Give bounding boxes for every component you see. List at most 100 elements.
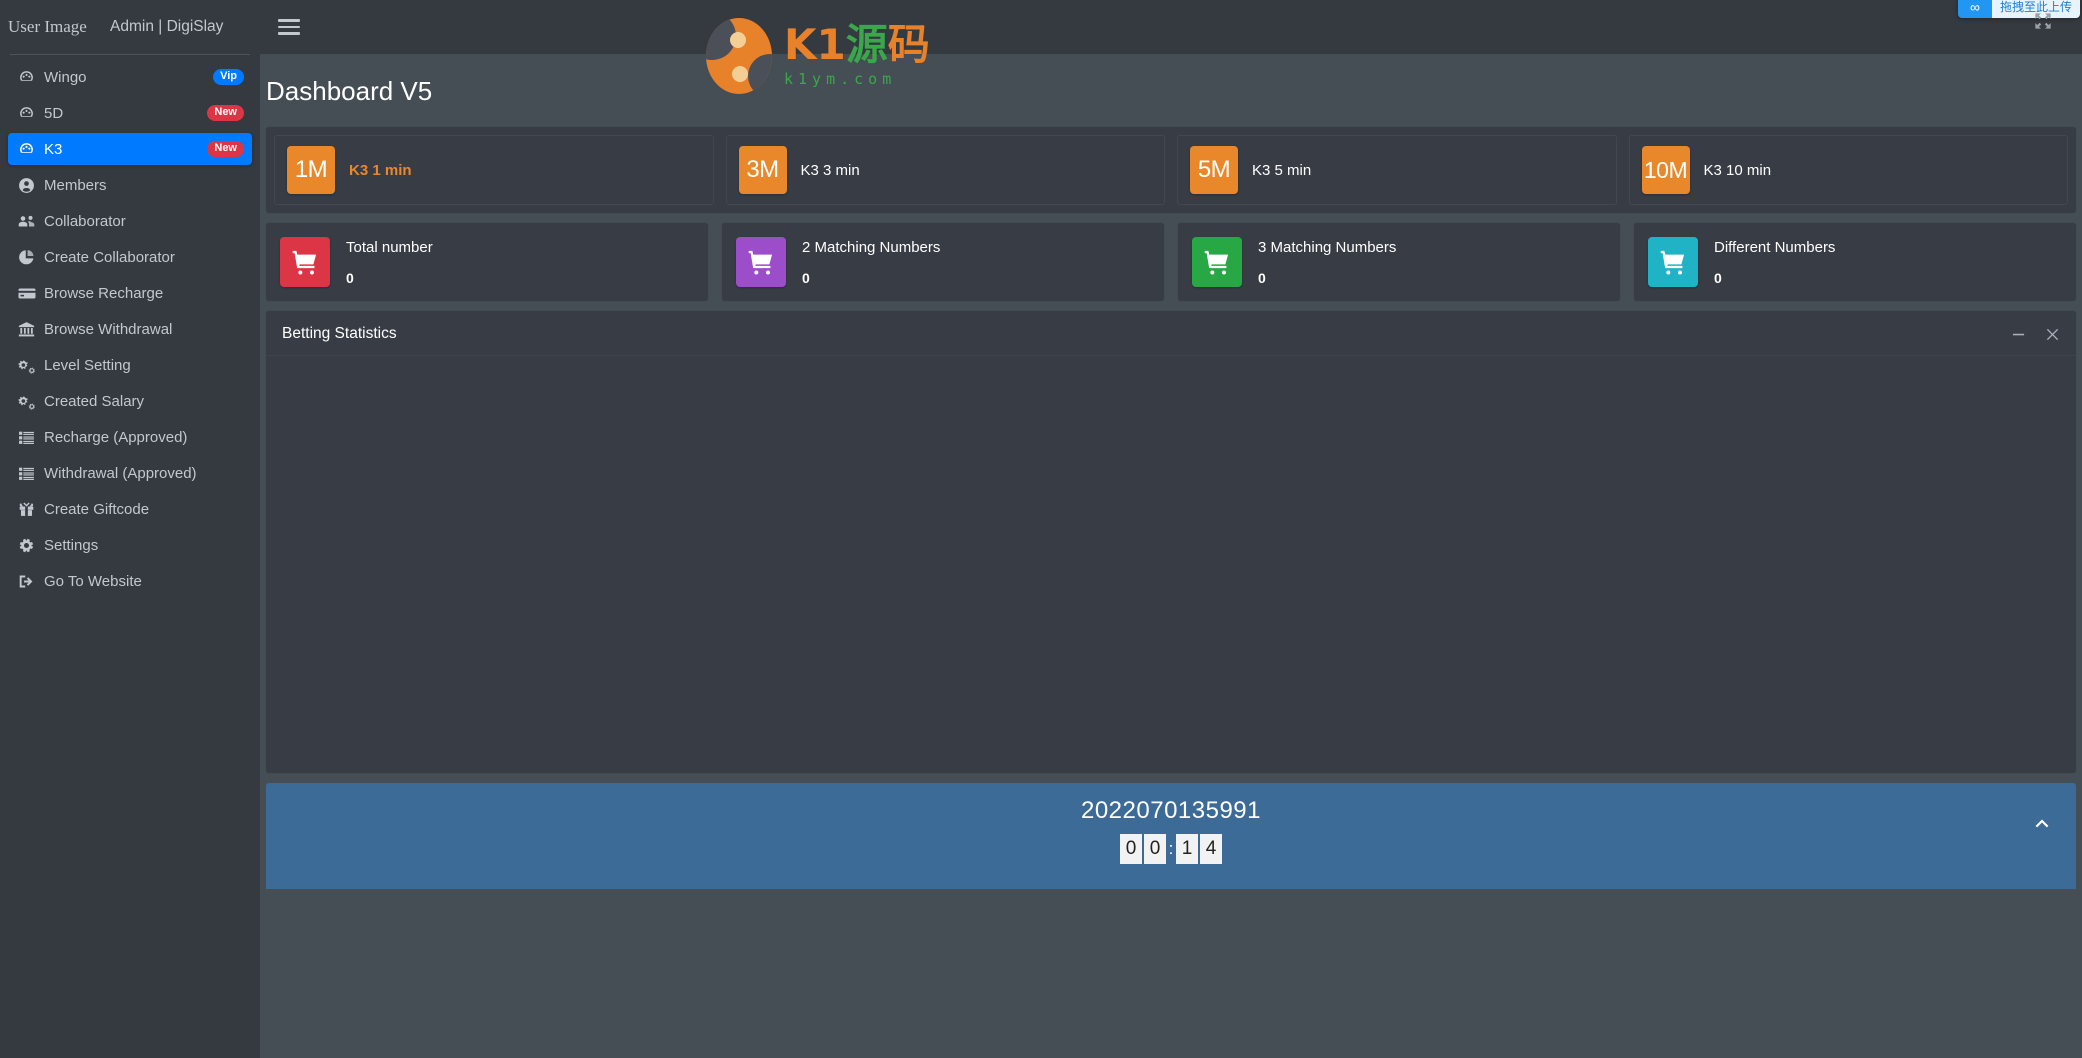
- stat-value: 0: [1714, 269, 1722, 286]
- countdown-digit: 4: [1200, 834, 1222, 864]
- users-icon: [18, 213, 44, 230]
- sidebar-item-5d[interactable]: 5D New: [8, 97, 252, 129]
- time-chip: 3M: [738, 146, 787, 194]
- sidebar: User Image Admin | DigiSlay Wingo Vip 5D…: [0, 0, 260, 1058]
- panel-title: Betting Statistics: [282, 325, 397, 342]
- tachometer-icon: [18, 141, 44, 158]
- time-card-label: K3 3 min: [800, 161, 860, 179]
- time-card-3m[interactable]: 3M K3 3 min: [725, 135, 1165, 205]
- hamburger-bar: [278, 25, 300, 29]
- chevron-up-icon[interactable]: [2028, 809, 2056, 837]
- hamburger-icon[interactable]: [276, 14, 302, 40]
- stat-card-different-numbers[interactable]: Different Numbers 0: [1634, 223, 2076, 301]
- topbar: [260, 0, 2082, 54]
- cart-icon: [1192, 237, 1242, 287]
- sidebar-item-create-giftcode[interactable]: Create Giftcode: [8, 493, 252, 525]
- panel-tools: [2010, 326, 2060, 342]
- stat-card-3-matching-numbers[interactable]: 3 Matching Numbers 0: [1178, 223, 1620, 301]
- sidebar-item-created-salary[interactable]: Created Salary: [8, 385, 252, 417]
- cogs-icon: [18, 393, 44, 410]
- cart-icon: [1648, 237, 1698, 287]
- sidebar-item-label: Browse Recharge: [44, 284, 164, 302]
- list-icon: [18, 465, 44, 482]
- sidebar-item-browse-recharge[interactable]: Browse Recharge: [8, 277, 252, 309]
- sidebar-item-settings[interactable]: Settings: [8, 529, 252, 561]
- sidebar-badge-new: New: [207, 141, 244, 157]
- sidebar-item-label: K3: [44, 140, 63, 158]
- sidebar-item-create-collaborator[interactable]: Create Collaborator: [8, 241, 252, 273]
- countdown-timer: 0 0 : 1 4: [1119, 834, 1223, 864]
- sidebar-item-label: Recharge (Approved): [44, 428, 188, 446]
- upload-badge[interactable]: ∞ 拖拽至此上传: [1957, 0, 2080, 18]
- sidebar-item-label: Go To Website: [44, 572, 142, 590]
- sidebar-item-label: 5D: [44, 104, 64, 122]
- sidebar-item-label: Settings: [44, 536, 99, 554]
- sidebar-item-label: Wingo: [44, 68, 87, 86]
- sidebar-item-wingo[interactable]: Wingo Vip: [8, 61, 252, 93]
- time-chip: 5M: [1190, 146, 1238, 194]
- sidebar-badge-new: New: [207, 105, 244, 121]
- stat-value: 0: [1258, 269, 1266, 286]
- user-circle-icon: [18, 177, 44, 194]
- stat-cards-row: Total number 0 2 Matching Numbers 0 3 Ma…: [266, 223, 2076, 301]
- sidebar-badge-vip: Vip: [213, 69, 244, 85]
- sidebar-item-label: Level Setting: [44, 356, 131, 374]
- countdown-digit: 1: [1176, 834, 1198, 864]
- cart-icon: [736, 237, 786, 287]
- stat-card-2-matching-numbers[interactable]: 2 Matching Numbers 0: [722, 223, 1164, 301]
- tachometer-icon: [18, 105, 44, 122]
- sidebar-nav: Wingo Vip 5D New K3 New Members Collabor…: [0, 55, 260, 597]
- period-bar: 2022070135991 0 0 : 1 4: [266, 783, 2076, 889]
- stat-title: 3 Matching Numbers: [1258, 238, 1397, 256]
- sidebar-item-label: Members: [44, 176, 107, 194]
- betting-statistics-chart-area: [266, 356, 2076, 773]
- avatar: User Image: [8, 10, 87, 44]
- content-wrapper: Dashboard V5 1M K3 1 min 3M K3 3 min 5M …: [260, 54, 2082, 889]
- countdown-digit: 0: [1144, 834, 1166, 864]
- time-cards-row: 1M K3 1 min 3M K3 3 min 5M K3 5 min 10M …: [266, 127, 2076, 213]
- time-chip: 10M: [1641, 146, 1690, 194]
- hamburger-bar: [278, 32, 300, 35]
- countdown-separator: :: [1168, 839, 1174, 858]
- pie-chart-icon: [18, 249, 44, 266]
- sidebar-item-label: Withdrawal (Approved): [44, 464, 197, 482]
- stat-card-total-number[interactable]: Total number 0: [266, 223, 708, 301]
- user-name[interactable]: Admin | DigiSlay: [110, 18, 223, 36]
- sidebar-item-collaborator[interactable]: Collaborator: [8, 205, 252, 237]
- close-icon[interactable]: [2044, 326, 2060, 342]
- time-card-5m[interactable]: 5M K3 5 min: [1177, 135, 1617, 205]
- sidebar-user-panel[interactable]: User Image Admin | DigiSlay: [0, 0, 260, 54]
- stat-body: Different Numbers 0: [1714, 239, 1835, 286]
- infinity-icon: ∞: [1957, 0, 1992, 18]
- sidebar-item-label: Collaborator: [44, 212, 126, 230]
- time-card-10m[interactable]: 10M K3 10 min: [1628, 135, 2068, 205]
- stat-body: 3 Matching Numbers 0: [1258, 239, 1396, 286]
- sidebar-item-withdrawal-approved[interactable]: Withdrawal (Approved): [8, 457, 252, 489]
- stat-value: 0: [346, 269, 354, 286]
- sidebar-item-level-setting[interactable]: Level Setting: [8, 349, 252, 381]
- sidebar-item-browse-withdrawal[interactable]: Browse Withdrawal: [8, 313, 252, 345]
- sign-out-icon: [18, 573, 44, 590]
- sidebar-item-recharge-approved[interactable]: Recharge (Approved): [8, 421, 252, 453]
- sidebar-item-label: Create Giftcode: [44, 500, 150, 518]
- expand-arrows-icon[interactable]: [2034, 12, 2052, 30]
- avatar-broken-image-label: User Image: [8, 17, 87, 36]
- bank-icon: [18, 321, 44, 338]
- betting-statistics-panel: Betting Statistics: [266, 311, 2076, 773]
- sidebar-item-label: Browse Withdrawal: [44, 320, 173, 338]
- panel-header: Betting Statistics: [266, 311, 2076, 356]
- main-area: Dashboard V5 1M K3 1 min 3M K3 3 min 5M …: [260, 0, 2082, 1058]
- gear-icon: [18, 537, 44, 554]
- list-icon: [18, 429, 44, 446]
- page-title: Dashboard V5: [266, 76, 433, 106]
- sidebar-item-k3[interactable]: K3 New: [8, 133, 252, 165]
- sidebar-item-label: Create Collaborator: [44, 248, 175, 266]
- sidebar-item-members[interactable]: Members: [8, 169, 252, 201]
- time-card-1m[interactable]: 1M K3 1 min: [274, 135, 714, 205]
- stat-title: 2 Matching Numbers: [802, 238, 941, 256]
- minus-icon[interactable]: [2010, 326, 2026, 342]
- sidebar-item-go-to-website[interactable]: Go To Website: [8, 565, 252, 597]
- stat-title: Different Numbers: [1714, 238, 1836, 256]
- credit-card-icon: [18, 285, 44, 302]
- stat-value: 0: [802, 269, 810, 286]
